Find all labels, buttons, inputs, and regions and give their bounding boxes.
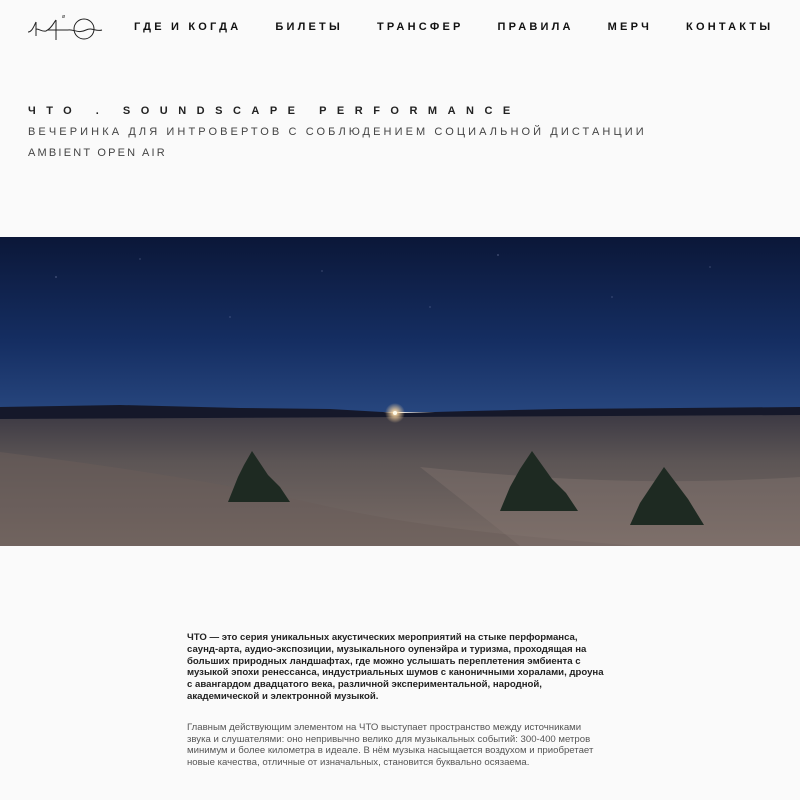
hero-photo xyxy=(0,237,800,546)
hero-text: ЧТО . SOUNDSCAPE PERFORMANCE ВЕЧЕРИНКА Д… xyxy=(28,104,647,160)
header: ø ГДЕ И КОГДА БИЛЕТЫ ТРАНСФЕР ПРАВИЛА МЕ… xyxy=(0,0,800,56)
page-tagline: AMBIENT OPEN AIR xyxy=(28,147,167,159)
page-title: ЧТО . SOUNDSCAPE PERFORMANCE xyxy=(28,105,521,117)
svg-text:ø: ø xyxy=(62,14,65,20)
logo[interactable]: ø xyxy=(26,12,104,44)
main-nav: ГДЕ И КОГДА БИЛЕТЫ ТРАНСФЕР ПРАВИЛА МЕРЧ… xyxy=(134,21,773,33)
lead-paragraph: ЧТО — это серия уникальных акустических … xyxy=(187,632,604,702)
nav-item-merch[interactable]: МЕРЧ xyxy=(608,21,652,33)
nav-item-contacts[interactable]: КОНТАКТЫ xyxy=(686,21,773,33)
body-paragraph: Главным действующим элементом на ЧТО выс… xyxy=(187,721,594,769)
nav-item-where-when[interactable]: ГДЕ И КОГДА xyxy=(134,21,241,33)
nav-item-rules[interactable]: ПРАВИЛА xyxy=(498,21,574,33)
nav-item-transfer[interactable]: ТРАНСФЕР xyxy=(377,21,464,33)
page-subtitle: ВЕЧЕРИНКА ДЛЯ ИНТРОВЕРТОВ С СОБЛЮДЕНИЕМ … xyxy=(28,126,647,138)
main-content: ЧТО — это серия уникальных акустических … xyxy=(187,632,607,769)
nav-item-tickets[interactable]: БИЛЕТЫ xyxy=(275,21,343,33)
